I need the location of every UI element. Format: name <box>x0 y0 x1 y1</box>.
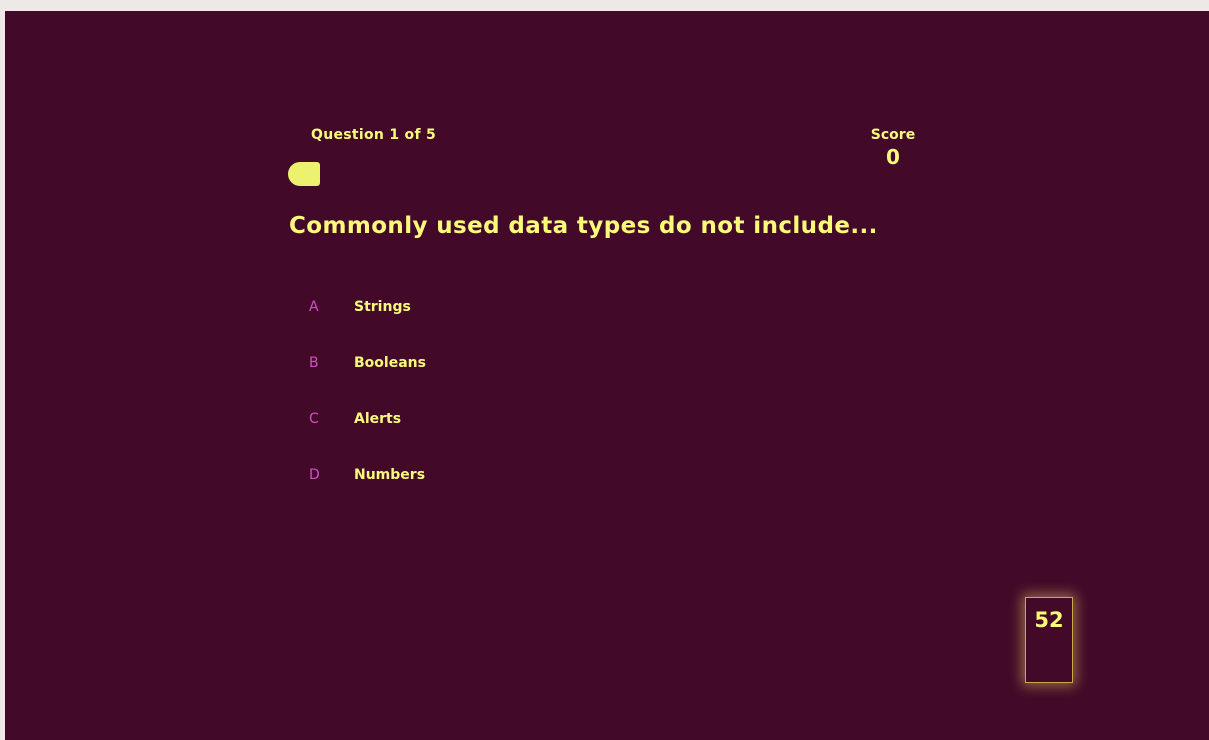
choice-text: Numbers <box>354 467 426 483</box>
progress-text: Question 1 of 5 <box>311 127 437 143</box>
choice-list: A Strings B Booleans C Alerts D Numbers <box>288 279 888 503</box>
choice-option-d[interactable]: D Numbers <box>288 447 888 503</box>
choice-option-c[interactable]: C Alerts <box>288 391 888 447</box>
choice-option-b[interactable]: B Booleans <box>288 335 888 391</box>
score-value: 0 <box>886 145 900 169</box>
question-text: Commonly used data types do not include.… <box>289 213 878 239</box>
quiz-page: Question 1 of 5 Score 0 Commonly used da… <box>5 11 1209 740</box>
countdown-timer: 52 <box>1025 597 1073 683</box>
hud: Question 1 of 5 Score 0 <box>288 127 923 187</box>
score-label: Score <box>870 127 916 143</box>
choice-text: Alerts <box>354 411 402 427</box>
progress-bar-fill <box>288 162 320 186</box>
choice-prefix: D <box>309 467 320 483</box>
choice-option-a[interactable]: A Strings <box>288 279 888 335</box>
choice-prefix: C <box>309 411 319 427</box>
score-box: Score 0 <box>863 127 923 169</box>
choice-prefix: B <box>309 355 319 371</box>
progress-bar <box>288 162 320 186</box>
choice-text: Strings <box>354 299 411 315</box>
choice-text: Booleans <box>354 355 426 371</box>
choice-prefix: A <box>309 299 319 315</box>
